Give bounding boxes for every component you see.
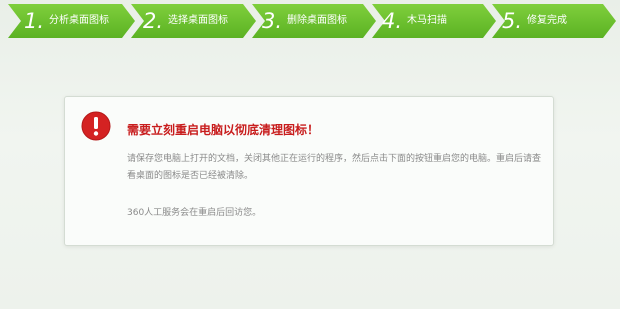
step-3: 3. 删除桌面图标	[262, 4, 347, 38]
progress-steps: 1. 分析桌面图标 2. 选择桌面图标 3. 删除桌面图标 4. 木马扫描 5.…	[0, 4, 620, 38]
step-2-number: 2.	[143, 9, 164, 33]
step-5-label: 修复完成	[527, 15, 568, 26]
step-1: 1. 分析桌面图标	[24, 4, 109, 38]
step-1-number: 1.	[24, 9, 45, 33]
step-2-label: 选择桌面图标	[168, 15, 229, 26]
restart-notice-card: 需要立刻重启电脑以彻底清理图标！ 请保存您电脑上打开的文档，关闭其他正在运行的程…	[64, 96, 554, 246]
notice-message: 请保存您电脑上打开的文档，关闭其他正在运行的程序，然后点击下面的按钮重启您的电脑…	[127, 154, 542, 181]
notice-title: 需要立刻重启电脑以彻底清理图标！	[127, 123, 320, 137]
step-2: 2. 选择桌面图标	[143, 4, 228, 38]
step-4-label: 木马扫描	[407, 15, 448, 26]
exclamation-alert-icon	[81, 111, 111, 141]
step-4-number: 4.	[382, 9, 403, 33]
step-3-label: 删除桌面图标	[287, 15, 348, 26]
step-5: 5. 修复完成	[502, 4, 567, 38]
step-5-number: 5.	[502, 9, 523, 33]
step-4: 4. 木马扫描	[382, 4, 447, 38]
step-1-label: 分析桌面图标	[49, 15, 110, 26]
service-note: 360人工服务会在重启后回访您。	[127, 208, 262, 218]
step-3-number: 3.	[262, 9, 283, 33]
